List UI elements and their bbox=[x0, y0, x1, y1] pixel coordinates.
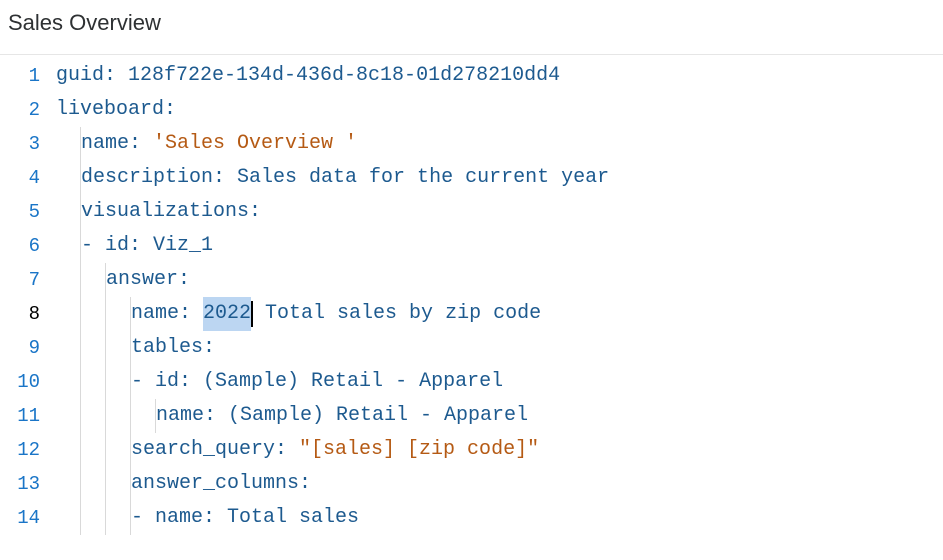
line-content[interactable]: name: 'Sales Overview ' bbox=[56, 127, 943, 161]
indent-guide bbox=[130, 501, 131, 535]
indent-guide bbox=[105, 365, 106, 399]
indent-guide bbox=[130, 399, 131, 433]
code-editor[interactable]: 1guid: 128f722e-134d-436d-8c18-01d278210… bbox=[0, 54, 943, 535]
indent-guide bbox=[80, 399, 81, 433]
indent-guide bbox=[80, 365, 81, 399]
line-content[interactable]: visualizations: bbox=[56, 195, 943, 229]
indent-guide bbox=[80, 331, 81, 365]
indent-guide bbox=[130, 331, 131, 365]
indent-guide bbox=[105, 297, 106, 331]
yaml-value: Total sales bbox=[227, 501, 359, 535]
indent-guide bbox=[80, 467, 81, 501]
line-number: 13 bbox=[0, 467, 56, 501]
yaml-key: name: bbox=[156, 399, 228, 433]
code-line[interactable]: 6- id: Viz_1 bbox=[0, 229, 943, 263]
code-line[interactable]: 7 answer: bbox=[0, 263, 943, 297]
code-line[interactable]: 13 answer_columns: bbox=[0, 467, 943, 501]
yaml-value: (Sample) Retail - Apparel bbox=[203, 365, 503, 399]
yaml-key: liveboard: bbox=[56, 93, 176, 127]
line-content[interactable]: name: 2022 Total sales by zip code bbox=[56, 297, 943, 331]
yaml-key: id: bbox=[155, 365, 203, 399]
line-number: 7 bbox=[0, 263, 56, 297]
indent-guide bbox=[80, 161, 81, 195]
yaml-key: name: bbox=[155, 501, 227, 535]
yaml-key: name: bbox=[131, 297, 203, 331]
yaml-key: answer: bbox=[106, 263, 190, 297]
indent-guide bbox=[130, 297, 131, 331]
yaml-value: (Sample) Retail - Apparel bbox=[228, 399, 528, 433]
line-number: 2 bbox=[0, 93, 56, 127]
line-number: 10 bbox=[0, 365, 56, 399]
line-number: 8 bbox=[0, 297, 56, 331]
code-line[interactable]: 12search_query: "[sales] [zip code]" bbox=[0, 433, 943, 467]
line-number: 11 bbox=[0, 399, 56, 433]
yaml-value: Sales data for the current year bbox=[237, 161, 609, 195]
yaml-dash: - bbox=[131, 365, 155, 399]
indent-guide bbox=[80, 501, 81, 535]
indent-guide bbox=[130, 433, 131, 467]
yaml-key: description: bbox=[81, 161, 237, 195]
line-content[interactable]: - id: Viz_1 bbox=[56, 229, 943, 263]
line-content[interactable]: - id: (Sample) Retail - Apparel bbox=[56, 365, 943, 399]
line-number: 14 bbox=[0, 501, 56, 535]
yaml-dash: - bbox=[81, 229, 105, 263]
code-line[interactable]: 3name: 'Sales Overview ' bbox=[0, 127, 943, 161]
indent-guide bbox=[105, 331, 106, 365]
indent-guide bbox=[105, 501, 106, 535]
yaml-value: Viz_1 bbox=[153, 229, 213, 263]
line-content[interactable]: search_query: "[sales] [zip code]" bbox=[56, 433, 943, 467]
line-content[interactable]: tables: bbox=[56, 331, 943, 365]
yaml-key: visualizations: bbox=[81, 195, 261, 229]
indent-guide bbox=[80, 127, 81, 161]
yaml-key: search_query: bbox=[131, 433, 299, 467]
yaml-string: 'Sales Overview ' bbox=[153, 127, 357, 161]
code-line[interactable]: 9 tables: bbox=[0, 331, 943, 365]
indent-guide bbox=[80, 263, 81, 297]
selection: 2022 bbox=[203, 297, 251, 331]
code-line[interactable]: 5 visualizations: bbox=[0, 195, 943, 229]
indent-guide bbox=[105, 263, 106, 297]
line-number: 6 bbox=[0, 229, 56, 263]
line-content[interactable]: answer: bbox=[56, 263, 943, 297]
yaml-value: 128f722e-134d-436d-8c18-01d278210dd4 bbox=[128, 59, 560, 93]
line-number: 9 bbox=[0, 331, 56, 365]
code-line[interactable]: 10- id: (Sample) Retail - Apparel bbox=[0, 365, 943, 399]
line-number: 4 bbox=[0, 161, 56, 195]
line-number: 12 bbox=[0, 433, 56, 467]
yaml-string: "[sales] [zip code]" bbox=[299, 433, 539, 467]
yaml-dash: - bbox=[131, 501, 155, 535]
yaml-key: tables: bbox=[131, 331, 215, 365]
yaml-key: id: bbox=[105, 229, 153, 263]
yaml-key: name: bbox=[81, 127, 153, 161]
line-number: 3 bbox=[0, 127, 56, 161]
line-content[interactable]: liveboard: bbox=[56, 93, 943, 127]
line-content[interactable]: guid: 128f722e-134d-436d-8c18-01d278210d… bbox=[56, 59, 943, 93]
indent-guide bbox=[80, 229, 81, 263]
line-content[interactable]: answer_columns: bbox=[56, 467, 943, 501]
line-content[interactable]: - name: Total sales bbox=[56, 501, 943, 535]
yaml-value: Total sales by zip code bbox=[253, 297, 541, 331]
indent-guide bbox=[130, 467, 131, 501]
code-line[interactable]: 8name: 2022 Total sales by zip code bbox=[0, 297, 943, 331]
code-line[interactable]: 1guid: 128f722e-134d-436d-8c18-01d278210… bbox=[0, 59, 943, 93]
indent-guide bbox=[155, 399, 156, 433]
page-title: Sales Overview bbox=[0, 0, 943, 54]
indent-guide bbox=[105, 467, 106, 501]
line-content[interactable]: name: (Sample) Retail - Apparel bbox=[56, 399, 943, 433]
indent-guide bbox=[105, 433, 106, 467]
code-line[interactable]: 14- name: Total sales bbox=[0, 501, 943, 535]
code-line[interactable]: 11name: (Sample) Retail - Apparel bbox=[0, 399, 943, 433]
indent-guide bbox=[80, 195, 81, 229]
indent-guide bbox=[105, 399, 106, 433]
line-content[interactable]: description: Sales data for the current … bbox=[56, 161, 943, 195]
indent-guide bbox=[80, 297, 81, 331]
line-number: 1 bbox=[0, 59, 56, 93]
line-number: 5 bbox=[0, 195, 56, 229]
indent-guide bbox=[130, 365, 131, 399]
code-line[interactable]: 2liveboard: bbox=[0, 93, 943, 127]
code-line[interactable]: 4description: Sales data for the current… bbox=[0, 161, 943, 195]
yaml-key: guid: bbox=[56, 59, 128, 93]
yaml-key: answer_columns: bbox=[131, 467, 311, 501]
indent-guide bbox=[80, 433, 81, 467]
